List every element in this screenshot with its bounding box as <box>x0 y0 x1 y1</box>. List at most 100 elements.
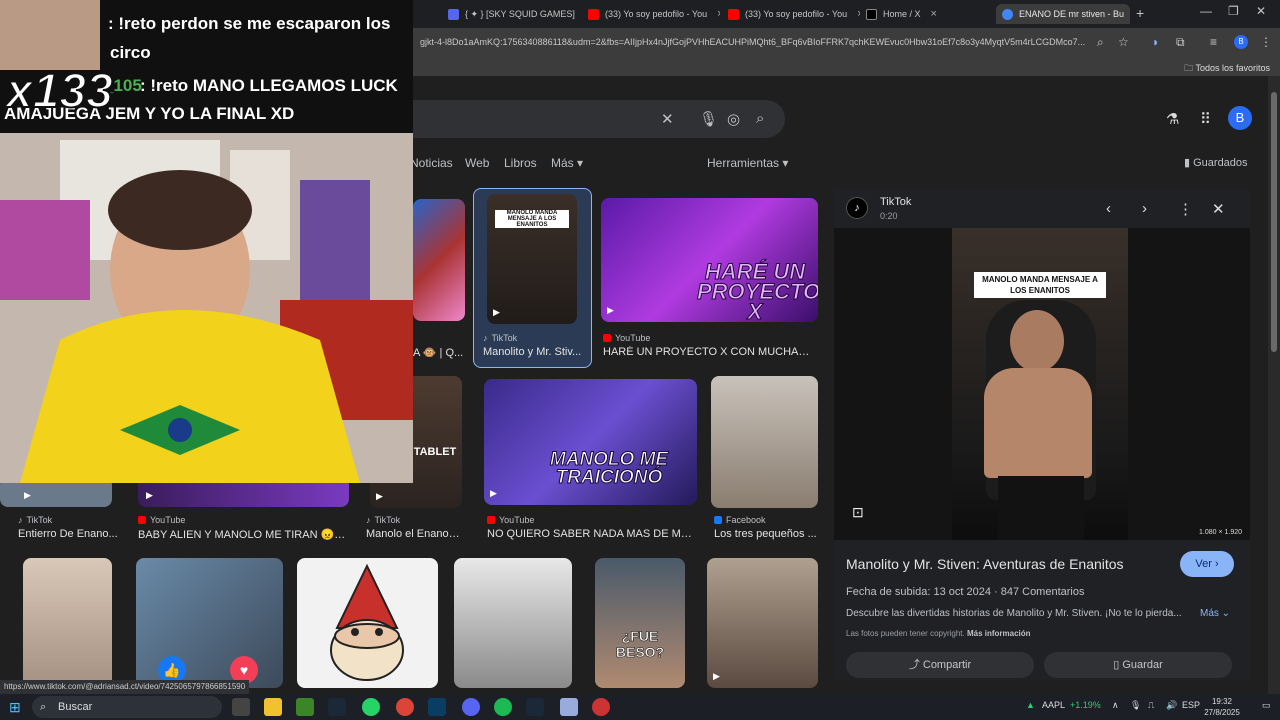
steam-icon[interactable] <box>328 698 346 716</box>
result-thumbnail[interactable]: HARÉ UN PROYECTO X ▶ <box>601 198 818 322</box>
result-title[interactable]: HARÉ UN PROYECTO X CON MUCHAS ... <box>603 346 815 358</box>
scrollbar-thumb[interactable] <box>1271 92 1277 352</box>
more-info-link[interactable]: Más información <box>967 629 1031 638</box>
result-thumbnail[interactable] <box>413 199 465 321</box>
new-tab-button[interactable]: + <box>1136 5 1144 21</box>
restore-icon[interactable]: ❐ <box>1228 4 1239 18</box>
visit-label: Ver <box>1195 558 1212 570</box>
save-button[interactable]: ▯ Guardar <box>1044 652 1232 678</box>
minimize-icon[interactable]: — <box>1200 4 1212 18</box>
file-explorer-icon[interactable] <box>264 698 282 716</box>
spotify-icon[interactable] <box>494 698 512 716</box>
windows-start-icon[interactable]: ⊞ <box>9 699 21 716</box>
preview-image[interactable]: MANOLO MANDA MENSAJE A LOS ENANITOS ⊡ 1.… <box>834 228 1250 540</box>
result-thumbnail[interactable]: ▶ <box>707 558 818 688</box>
mic-icon[interactable]: 🎙 <box>1130 700 1141 711</box>
app-icon[interactable] <box>428 698 446 716</box>
profile-icon[interactable]: B <box>1234 35 1248 49</box>
result-title[interactable]: BABY ALIEN Y MANOLO ME TIRAN 😠 "... <box>138 528 348 541</box>
close-icon[interactable]: ✕ <box>1212 200 1225 218</box>
result-thumbnail[interactable] <box>454 558 572 688</box>
search-box[interactable]: ✕ 🎙 ◎ ⌕ <box>413 100 785 138</box>
lens-search-icon[interactable]: ⊡ <box>852 504 864 521</box>
result-title[interactable]: Manolito y Mr. Stiv... <box>483 346 583 358</box>
network-icon[interactable]: ⎍ <box>1148 700 1154 711</box>
result-title[interactable]: Entierro De Enano... <box>18 528 118 540</box>
menu-kebab-icon[interactable]: ⋮ <box>1260 35 1272 49</box>
labs-flask-icon[interactable]: ⚗ <box>1166 110 1179 128</box>
chrome-icon[interactable] <box>396 698 414 716</box>
result-thumbnail[interactable] <box>23 558 112 688</box>
search-icon[interactable]: ⌕ <box>756 110 764 127</box>
media-control-icon[interactable]: ≡ <box>1210 35 1217 49</box>
browser-tab-active[interactable]: ENANO DE mr stiven - Bu × <box>996 4 1130 24</box>
close-window-icon[interactable]: ✕ <box>1256 4 1266 18</box>
tab-label: Home / X <box>883 9 921 19</box>
saved-button[interactable]: ▮ Guardados <box>1184 156 1248 169</box>
tab-books[interactable]: Libros <box>504 156 537 170</box>
tab-web[interactable]: Web <box>465 156 489 170</box>
preview-source[interactable]: TikTok <box>880 196 911 208</box>
result-thumbnail[interactable] <box>711 376 818 508</box>
play-icon: ▶ <box>146 490 153 500</box>
bookmark-star-icon[interactable]: ☆ <box>1118 35 1129 49</box>
copyright-notice: Las fotos pueden tener copyright. Más in… <box>846 629 1031 638</box>
extensions-puzzle-icon[interactable]: ⧉ <box>1176 35 1185 50</box>
taskbar-search[interactable]: ⌕ Buscar <box>32 696 222 718</box>
browser-tab[interactable]: (33) Yo soy pedofilo - You × <box>582 4 720 24</box>
browser-tab[interactable]: { ✦ } [SKY SQUID GAMES] × <box>442 4 580 24</box>
result-thumbnail[interactable] <box>297 558 438 688</box>
lens-icon[interactable]: ◎ <box>727 110 740 128</box>
result-title[interactable]: NO QUIERO SABER NADA MAS DE MA... <box>487 528 692 540</box>
more-options-icon[interactable]: ⋮ <box>1178 200 1193 218</box>
extension-icon[interactable]: ◗ <box>1152 35 1159 49</box>
thumbnail-caption: MANOLO MANDA MENSAJE A LOS ENANITOS <box>495 210 569 228</box>
page-scrollbar[interactable] <box>1268 76 1280 694</box>
tools-button[interactable]: Herramientas ▾ <box>707 156 788 170</box>
result-title[interactable]: Manolo el Enano: ... <box>366 528 462 540</box>
result-thumbnail[interactable]: MANOLO ME TRAICIONÓ ▶ <box>484 379 697 505</box>
tab-news[interactable]: Noticias <box>410 156 453 170</box>
result-thumbnail[interactable]: 👍 ♥ <box>136 558 283 688</box>
obs-icon[interactable] <box>592 698 610 716</box>
result-title[interactable]: A 🐵 | Q... <box>413 346 465 359</box>
more-description-button[interactable]: Más ⌄ <box>1200 608 1230 619</box>
result-thumbnail[interactable]: ¿FUE BESO? <box>595 558 685 688</box>
gnome-illustration <box>330 563 404 681</box>
discord-icon[interactable] <box>462 698 480 716</box>
result-thumbnail[interactable]: MANOLO MANDA MENSAJE A LOS ENANITOS ▶ <box>487 194 577 324</box>
next-icon[interactable]: › <box>1142 200 1147 217</box>
whatsapp-icon[interactable] <box>362 698 380 716</box>
app-icon[interactable] <box>560 698 578 716</box>
language-indicator[interactable]: ESP <box>1182 700 1200 710</box>
close-icon[interactable]: × <box>717 8 720 20</box>
visit-button[interactable]: Ver › <box>1180 551 1234 577</box>
previous-icon[interactable]: ‹ <box>1106 200 1111 217</box>
account-avatar[interactable]: B <box>1228 106 1252 130</box>
result-title[interactable]: Los tres pequeños ... <box>714 528 818 540</box>
all-bookmarks-folder[interactable]: 🗀 Todos los favoritos <box>1184 61 1270 77</box>
zoom-icon[interactable]: ⌕ <box>1097 35 1104 50</box>
address-bar[interactable]: gjkt-4-l8Do1aAmKQ:1756340886118&udm=2&fb… <box>420 37 1090 47</box>
browser-tab[interactable]: Home / X × <box>860 4 992 24</box>
browser-tab[interactable]: (33) Yo soy pedofilo - You × <box>722 4 860 24</box>
task-view-icon[interactable] <box>232 698 250 716</box>
minecraft-icon[interactable] <box>296 698 314 716</box>
preview-title[interactable]: Manolito y Mr. Stiven: Aventuras de Enan… <box>846 556 1124 572</box>
tab-label: (33) Yo soy pedofilo - You <box>605 9 708 19</box>
tiktok-icon: ♪ <box>846 197 868 219</box>
close-icon[interactable]: × <box>931 8 937 20</box>
share-button[interactable]: ⤴ Compartir <box>846 652 1034 678</box>
apps-grid-icon[interactable]: ⠿ <box>1200 110 1211 128</box>
volume-icon[interactable]: 🔊 <box>1166 700 1177 711</box>
tab-more[interactable]: Más ▾ <box>551 156 583 170</box>
stock-ticker[interactable]: AAPL <box>1042 700 1065 710</box>
clear-search-icon[interactable]: ✕ <box>661 110 674 128</box>
play-icon: ▶ <box>607 305 614 315</box>
preview-description: Descubre las divertidas historias de Man… <box>846 608 1182 619</box>
steam-icon[interactable] <box>526 698 544 716</box>
tray-chevron-icon[interactable]: ∧ <box>1112 700 1119 711</box>
notifications-icon[interactable]: ▭ <box>1262 700 1271 711</box>
mic-icon[interactable]: 🎙 <box>699 110 718 128</box>
system-clock[interactable]: 19:32 27/8/2025 <box>1200 696 1244 718</box>
